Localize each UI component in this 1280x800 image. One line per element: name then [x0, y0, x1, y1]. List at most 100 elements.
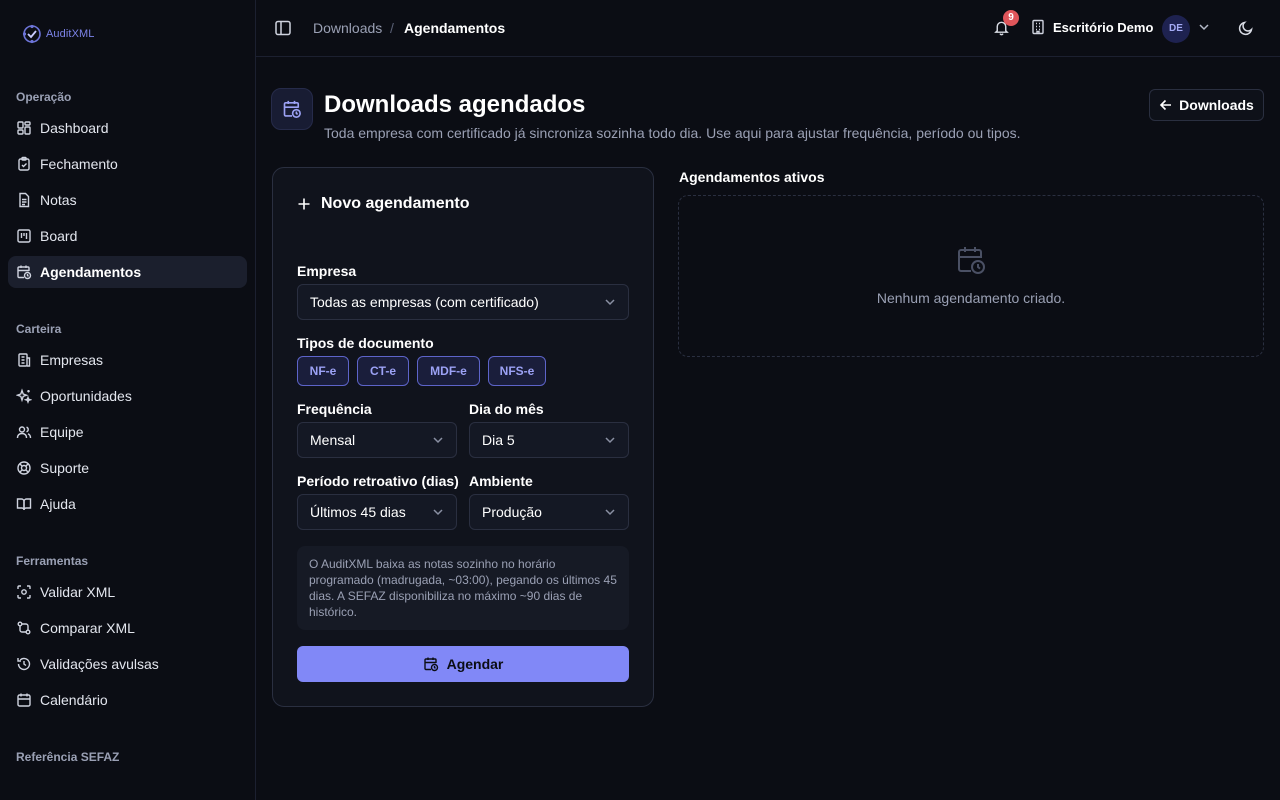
company-label: Empresa — [297, 263, 357, 279]
chevron-down-icon — [433, 509, 443, 516]
users-icon — [16, 426, 32, 439]
sidebar-item-comparar-xml[interactable]: Comparar XML — [8, 612, 247, 644]
env-select-value: Produção — [482, 504, 542, 520]
day-select-value: Dia 5 — [482, 432, 515, 448]
doc-type-chip-nfse[interactable]: NFS-e — [488, 356, 546, 386]
chevron-down-icon[interactable] — [1198, 21, 1210, 33]
sidebar-item-label: Validar XML — [40, 584, 116, 600]
dashboard-icon — [17, 121, 31, 135]
sidebar-item-label: Notas — [40, 192, 77, 208]
doc-type-chip-cte[interactable]: CT-e — [357, 356, 409, 386]
nav-group-operacao: Operação — [16, 90, 72, 104]
active-schedules-empty-state — [678, 195, 1264, 357]
sidebar: AuditXML Operação Dashboard Fechamento N… — [0, 0, 256, 800]
sidebar-item-label: Equipe — [40, 424, 84, 440]
day-label: Dia do mês — [469, 401, 544, 417]
logo-text: AuditXML — [46, 28, 95, 40]
company-select[interactable]: Todas as empresas (com certificado) — [297, 284, 629, 320]
calendar-clock-icon — [958, 247, 985, 274]
clipboard-check-icon — [18, 156, 30, 171]
org-switcher[interactable]: Escritório Demo — [1031, 19, 1153, 35]
calendar-clock-icon — [283, 100, 301, 118]
page-subtitle: Toda empresa com certificado já sincroni… — [324, 125, 1021, 141]
calendar-clock-icon — [17, 265, 32, 280]
company-select-value: Todas as empresas (com certificado) — [310, 294, 539, 310]
frequency-label: Frequência — [297, 401, 372, 417]
history-icon — [17, 657, 31, 671]
sidebar-item-agendamentos[interactable]: Agendamentos — [8, 256, 247, 288]
calendar-clock-icon — [423, 657, 438, 672]
sidebar-item-notas[interactable]: Notas — [8, 184, 247, 216]
sidebar-item-label: Ajuda — [40, 496, 76, 512]
book-icon — [16, 498, 32, 511]
sidebar-item-label: Agendamentos — [40, 264, 142, 280]
sidebar-item-label: Board — [40, 228, 78, 244]
schedule-submit-button[interactable]: Agendar — [297, 646, 629, 682]
page-header-icon — [271, 88, 313, 130]
sidebar-item-board[interactable]: Board — [8, 220, 247, 252]
logo-icon — [22, 24, 41, 44]
sidebar-item-oportunidades[interactable]: Oportunidades — [8, 380, 247, 412]
chevron-down-icon — [605, 299, 615, 306]
sidebar-item-equipe[interactable]: Equipe — [8, 416, 247, 448]
env-select[interactable]: Produção — [469, 494, 629, 530]
sidebar-item-label: Fechamento — [40, 156, 118, 172]
building-icon — [1032, 19, 1044, 35]
sidebar-item-label: Calendário — [40, 692, 108, 708]
period-select-value: Últimos 45 dias — [310, 504, 406, 520]
active-schedules-title: Agendamentos ativos — [679, 169, 825, 185]
sidebar-item-label: Comparar XML — [40, 620, 135, 636]
sidebar-item-validar-xml[interactable]: Validar XML — [8, 576, 247, 608]
sidebar-item-calendario[interactable]: Calendário — [8, 684, 247, 716]
sidebar-item-empresas[interactable]: Empresas — [8, 344, 247, 376]
plus-icon — [298, 198, 310, 210]
submit-label: Agendar — [446, 656, 504, 672]
back-to-downloads-button[interactable]: Downloads — [1149, 89, 1264, 121]
empty-state-text: Nenhum agendamento criado. — [876, 290, 1066, 306]
info-note: O AuditXML baixa as notas sozinho no hor… — [297, 546, 629, 630]
app-logo[interactable]: AuditXML — [22, 24, 95, 44]
sidebar-item-suporte[interactable]: Suporte — [8, 452, 247, 484]
life-buoy-icon — [17, 461, 31, 475]
doc-type-chip-mdfe[interactable]: MDF-e — [417, 356, 480, 386]
org-name: Escritório Demo — [1053, 19, 1154, 35]
arrow-left-icon — [1160, 99, 1172, 111]
calendar-icon — [17, 693, 31, 707]
sidebar-toggle-icon[interactable] — [274, 19, 292, 37]
card-title: Novo agendamento — [297, 195, 469, 213]
day-select[interactable]: Dia 5 — [469, 422, 629, 458]
back-button-label: Downloads — [1179, 97, 1254, 113]
nav-group-ferramentas: Ferramentas — [16, 554, 89, 568]
chevron-down-icon — [433, 437, 443, 444]
nav-group-referencia-sefaz: Referência SEFAZ — [16, 750, 120, 764]
kanban-icon — [17, 229, 31, 243]
document-icon — [19, 192, 30, 208]
chevron-down-icon — [605, 437, 615, 444]
sidebar-item-ajuda[interactable]: Ajuda — [8, 488, 247, 520]
env-label: Ambiente — [469, 473, 533, 489]
sidebar-item-label: Oportunidades — [40, 388, 132, 404]
period-label: Período retroativo (dias) — [297, 473, 459, 489]
breadcrumb-separator: / — [390, 20, 394, 36]
notification-badge: 9 — [1003, 10, 1019, 26]
sidebar-item-fechamento[interactable]: Fechamento — [8, 148, 247, 180]
nav-group-carteira: Carteira — [16, 322, 62, 336]
sidebar-item-label: Empresas — [40, 352, 104, 368]
page-title: Downloads agendados — [324, 91, 586, 118]
breadcrumb-downloads[interactable]: Downloads — [313, 20, 382, 36]
sidebar-item-label: Validações avulsas — [40, 656, 159, 672]
avatar[interactable]: DE — [1162, 15, 1190, 43]
sidebar-item-validacoes-avulsas[interactable]: Validações avulsas — [8, 648, 247, 680]
doc-type-chip-nfe[interactable]: NF-e — [297, 356, 349, 386]
chevron-down-icon — [605, 509, 615, 516]
sidebar-item-label: Dashboard — [40, 120, 109, 136]
period-select[interactable]: Últimos 45 dias — [297, 494, 457, 530]
sidebar-item-dashboard[interactable]: Dashboard — [8, 112, 247, 144]
scan-icon — [17, 585, 31, 599]
breadcrumb-current: Agendamentos — [404, 20, 506, 36]
doc-types-label: Tipos de documento — [297, 335, 434, 351]
frequency-select[interactable]: Mensal — [297, 422, 457, 458]
moon-icon[interactable] — [1238, 20, 1254, 36]
sidebar-item-label: Suporte — [40, 460, 90, 476]
frequency-select-value: Mensal — [310, 432, 356, 448]
